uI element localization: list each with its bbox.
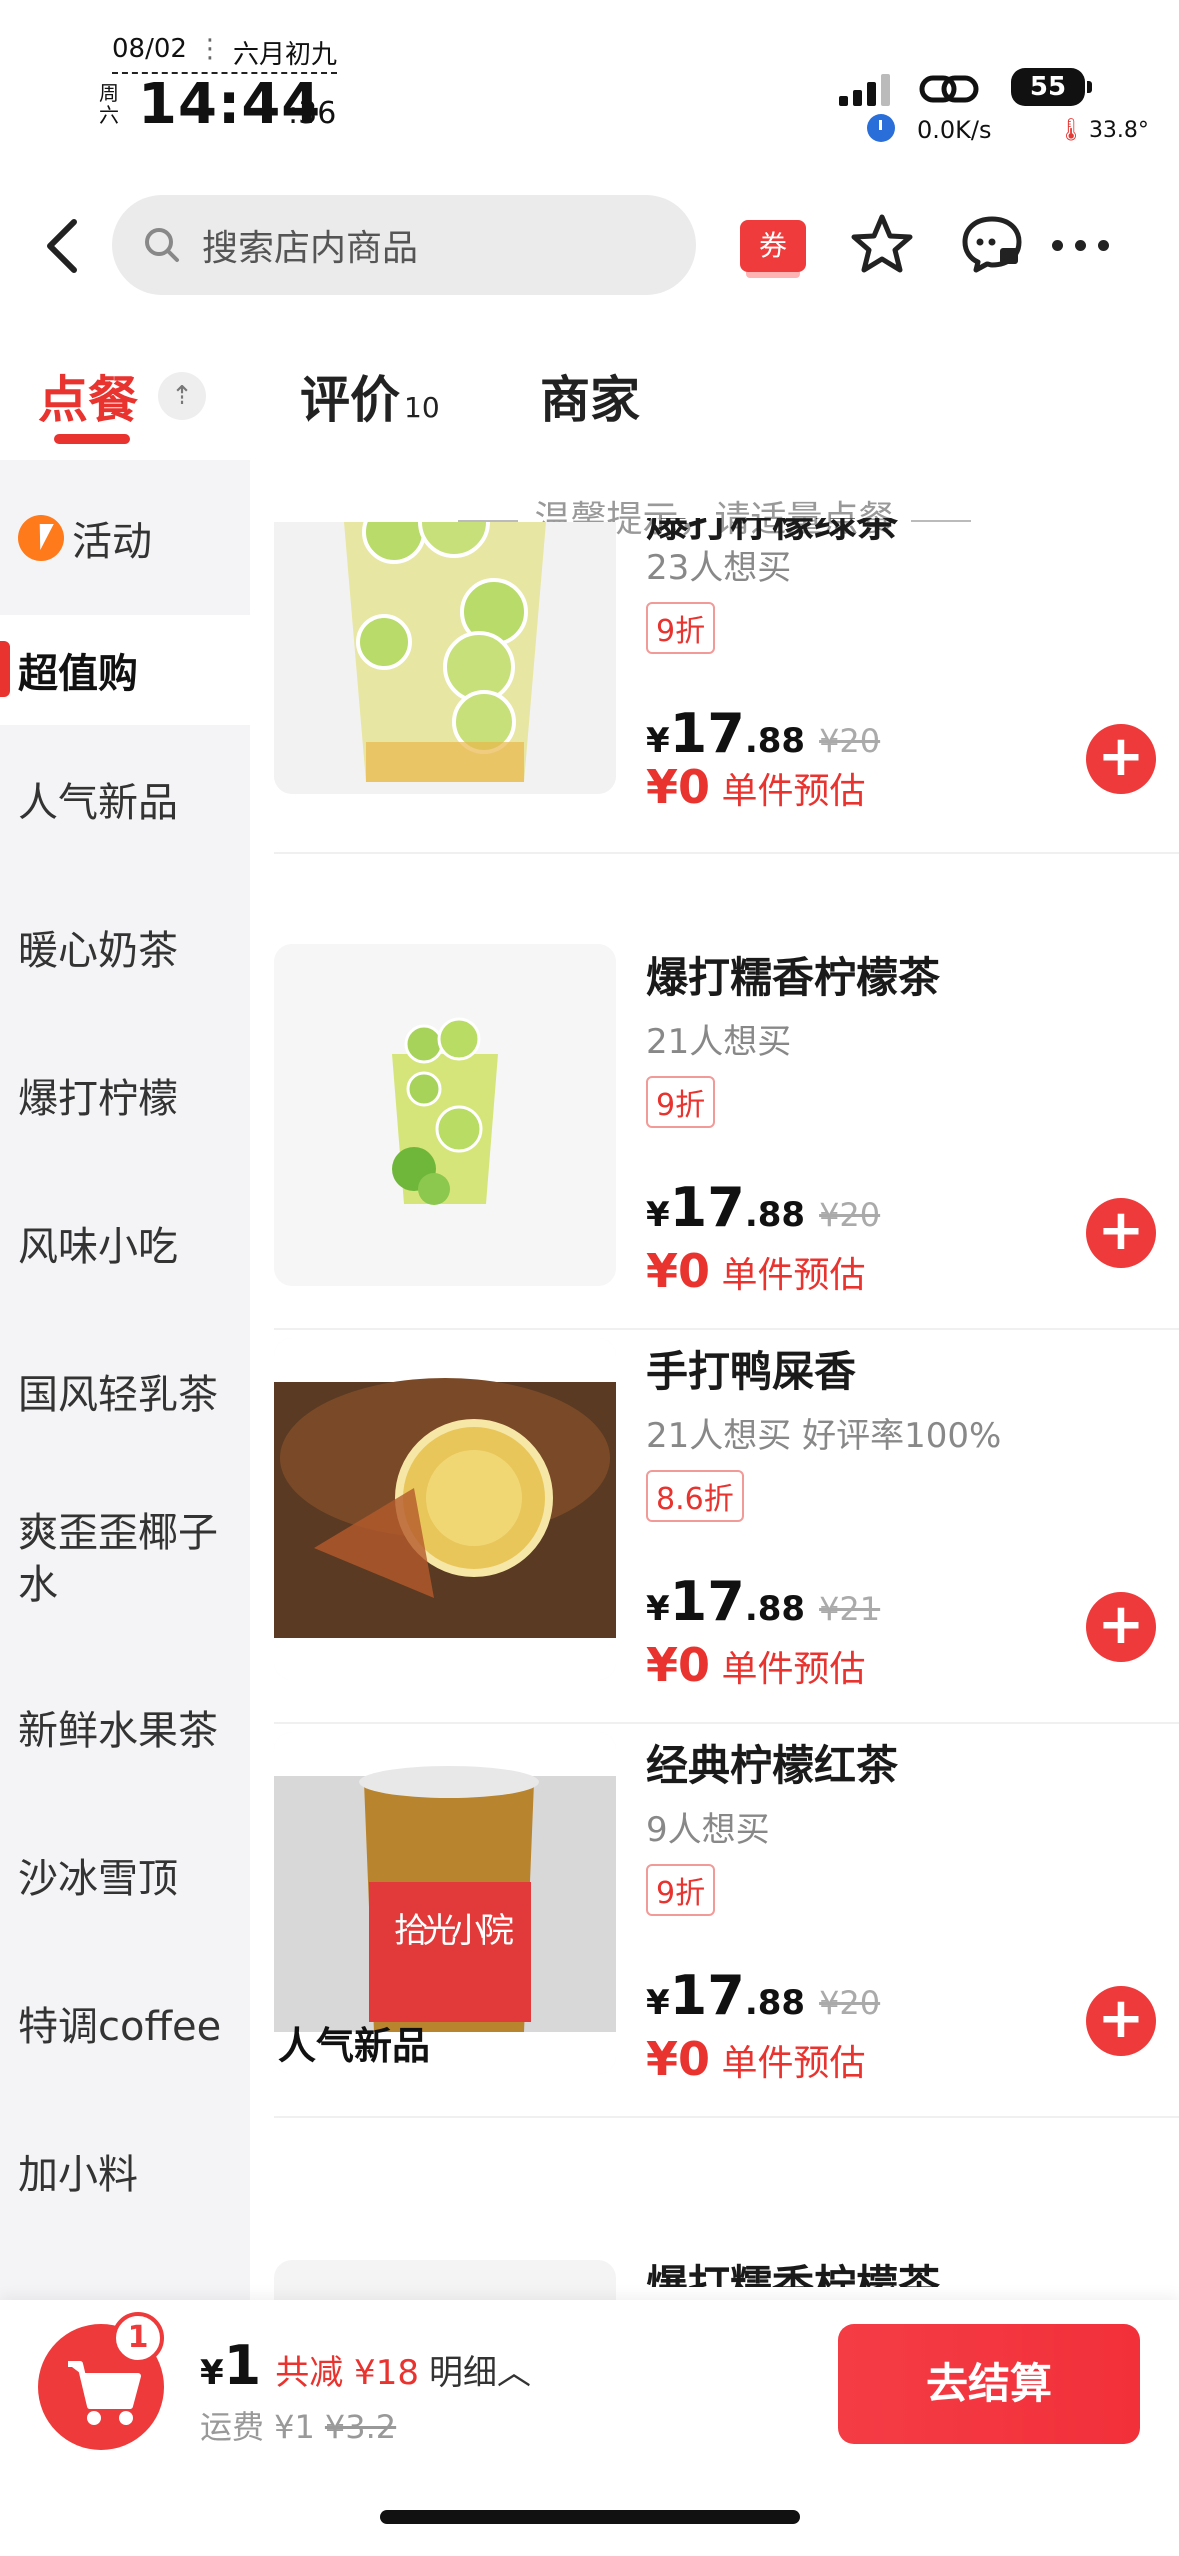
sidebar-item-coffee[interactable]: 特调coffee <box>0 1949 250 2097</box>
svg-text:拾光小院: 拾光小院 <box>394 1911 514 1951</box>
tab-reviews-count: 10 <box>404 391 440 424</box>
cart-total: ¥1 共减 ¥18 明细︿ <box>200 2334 531 2397</box>
total-amount: 1 <box>223 2334 262 2397</box>
delivery-fee-original: ¥3.2 <box>324 2408 397 2446</box>
store-tabs: 点餐 ⇡ 评价 10 商家 <box>0 340 1179 450</box>
sidebar-item-coconut[interactable]: 爽歪歪椰子水 <box>0 1465 250 1653</box>
product-price: ¥17.88 ¥20 <box>646 1176 881 1239</box>
tab-order[interactable]: 点餐 <box>38 360 138 432</box>
sidebar-item-smoothie[interactable]: 沙冰雪顶 <box>0 1801 250 1949</box>
product-price: ¥17.88 ¥20 <box>646 702 881 765</box>
estimated-price: ¥0 单件预估 <box>646 760 866 814</box>
status-lunar-date: 六月初九 <box>232 40 337 70</box>
sidebar-item-toppings[interactable]: 加小料 <box>0 2097 250 2245</box>
favorite-star-icon[interactable] <box>850 212 914 276</box>
collapse-up-icon[interactable]: ⇡ <box>158 372 206 420</box>
search-icon <box>145 228 179 262</box>
estimated-price: ¥0 单件预估 <box>646 1638 866 1692</box>
back-icon[interactable] <box>38 216 88 276</box>
status-seconds: :36 <box>288 96 337 131</box>
product-name: 手打鸭屎香 <box>646 1347 857 1396</box>
product-list: 温馨提示，请适量点餐 爆打柠檬绿茶 23人想买 9折 ¥17.88 ¥20 ¥0 … <box>250 460 1179 2300</box>
original-price: ¥21 <box>819 1590 881 1628</box>
product-image <box>274 944 616 1286</box>
tab-reviews[interactable]: 评价 10 <box>300 360 440 432</box>
link-icon <box>919 75 979 103</box>
search-placeholder: 搜索店内商品 <box>202 228 419 269</box>
sidebar-item-lemon[interactable]: 爆打柠檬 <box>0 1021 250 1169</box>
sidebar-item-activity[interactable]: 活动 <box>0 460 250 615</box>
discount-badge: 9折 <box>646 602 716 654</box>
status-right-group: 55 0.0K/s 🌡 33.8° <box>839 62 1179 152</box>
battery-indicator: 55 <box>1011 68 1092 106</box>
product-want-count: 23人想买 <box>646 548 792 588</box>
alarm-icon <box>867 114 895 142</box>
product-name: 爆打糯香柠檬茶 <box>646 2261 941 2300</box>
sidebar-item-light-milk-tea[interactable]: 国风轻乳茶 <box>0 1317 250 1465</box>
chat-icon[interactable] <box>960 214 1024 274</box>
product-want-count: 9人想买 <box>646 1810 770 1850</box>
search-input[interactable]: 搜索店内商品 <box>112 195 696 295</box>
product-price: ¥17.88 ¥21 <box>646 1570 881 1633</box>
original-price: ¥20 <box>819 722 881 760</box>
estimated-price: ¥0 单件预估 <box>646 2032 866 2086</box>
home-indicator[interactable] <box>380 2510 800 2524</box>
product-name: 爆打糯香柠檬茶 <box>646 953 941 1002</box>
discount-badge: 9折 <box>646 1864 716 1916</box>
product-name: 经典柠檬红茶 <box>646 1741 899 1790</box>
product-image <box>274 2260 616 2300</box>
status-weekday: 周六 <box>99 81 119 127</box>
sidebar-item-label: 活动 <box>72 518 152 565</box>
tab-active-indicator <box>54 434 130 444</box>
lightning-icon <box>18 514 64 561</box>
tab-merchant[interactable]: 商家 <box>540 360 640 432</box>
sidebar-item-popular-new[interactable]: 人气新品 <box>0 725 250 873</box>
delivery-fee: 运费 ¥1 ¥3.2 <box>200 2408 397 2446</box>
sidebar-item-value-buy[interactable]: 超值购 <box>0 615 250 725</box>
checkout-button[interactable]: 去结算 <box>838 2324 1140 2444</box>
add-to-cart-button[interactable]: + <box>1086 1986 1156 2056</box>
temperature: 🌡 33.8° <box>1057 118 1149 143</box>
more-icon[interactable] <box>1052 240 1109 251</box>
status-bar: 08/02 ⋮ 六月初九 周六 14:44 :36 55 0.0K/s 🌡 33.… <box>0 0 1179 160</box>
sidebar-item-snacks[interactable]: 风味小吃 <box>0 1169 250 1317</box>
product-price: ¥17.88 ¥20 <box>646 1964 881 2027</box>
product-want-count: 21人想买 好评率100% <box>646 1416 1002 1456</box>
detail-toggle[interactable]: 明细︿ <box>429 2353 531 2393</box>
cart-count-badge: 1 <box>112 2312 164 2364</box>
discount-badge: 8.6折 <box>646 1470 744 1522</box>
add-to-cart-button[interactable]: + <box>1086 724 1156 794</box>
tab-reviews-label: 评价 <box>300 371 400 429</box>
saving-amount: 共减 ¥18 <box>275 2353 419 2393</box>
sidebar-item-label: 爽歪歪椰子水 <box>18 1510 218 1608</box>
net-speed: 0.0K/s <box>917 116 992 144</box>
category-sidebar: 活动 超值购 人气新品 暖心奶茶 爆打柠檬 风味小吃 国风轻乳茶 爽歪歪椰子水 … <box>0 460 250 2300</box>
product-card[interactable]: 手打鸭屎香 21人想买 好评率100% 8.6折 ¥17.88 ¥21 ¥0 单件… <box>274 1338 1179 1728</box>
add-to-cart-button[interactable]: + <box>1086 1592 1156 1662</box>
thermometer-icon: 🌡 <box>1057 118 1085 143</box>
original-price: ¥20 <box>819 1196 881 1234</box>
product-image <box>274 1338 616 1680</box>
sidebar-item-milk-tea[interactable]: 暖心奶茶 <box>0 873 250 1021</box>
add-to-cart-button[interactable]: + <box>1086 1198 1156 1268</box>
status-date: 08/02 ⋮ 六月初九 <box>112 34 337 74</box>
top-nav: 搜索店内商品 券 <box>0 190 1179 300</box>
coupon-button[interactable]: 券 <box>740 220 806 278</box>
signal-icon <box>839 74 890 106</box>
status-date-text: 08/02 <box>112 34 187 64</box>
product-card[interactable]: 爆打糯香柠檬茶 21人想买 9折 ¥17.88 ¥20 ¥0 单件预估 + <box>274 944 1179 1334</box>
sidebar-item-fruit-tea[interactable]: 新鲜水果茶 <box>0 1653 250 1801</box>
original-price: ¥20 <box>819 1984 881 2022</box>
product-card[interactable]: 爆打柠檬绿茶 23人想买 9折 ¥17.88 ¥20 ¥0 单件预估 + <box>274 518 1179 854</box>
estimated-price: ¥0 单件预估 <box>646 1244 866 1298</box>
discount-badge: 9折 <box>646 1076 716 1128</box>
section-title: 人气新品 <box>278 2024 431 2068</box>
product-want-count: 21人想买 <box>646 1022 792 1062</box>
